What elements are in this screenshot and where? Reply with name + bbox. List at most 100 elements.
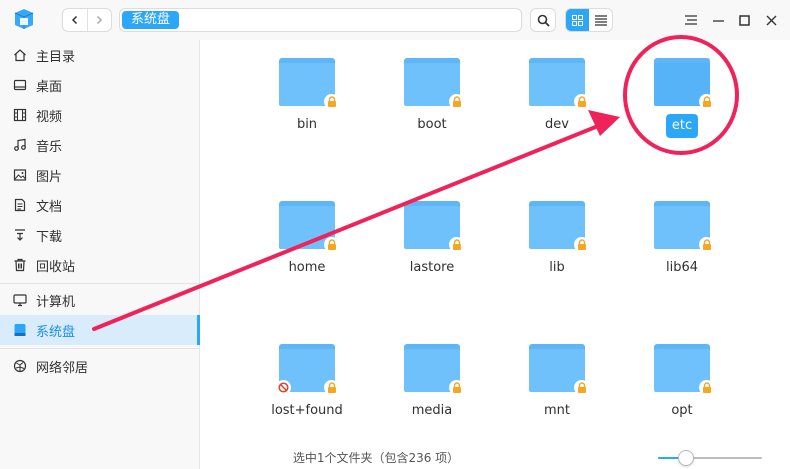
document-icon xyxy=(12,197,28,213)
close-button[interactable] xyxy=(761,10,781,30)
minimize-icon xyxy=(712,19,724,22)
folder-item[interactable]: media xyxy=(382,344,482,420)
search-icon xyxy=(537,14,550,27)
sidebar-item-music[interactable]: 音乐 xyxy=(0,130,200,160)
folder-name: dev xyxy=(545,117,569,132)
folder-item-selected[interactable]: etc xyxy=(632,58,732,138)
sidebar-item-label: 系统盘 xyxy=(36,324,76,340)
music-icon xyxy=(12,137,28,153)
folder-item[interactable]: opt xyxy=(632,344,732,420)
search-button[interactable] xyxy=(530,8,556,32)
minimize-button[interactable] xyxy=(708,10,728,30)
sidebar-item-label: 文档 xyxy=(36,199,63,215)
folder-icon xyxy=(404,344,464,395)
folder-icon xyxy=(404,58,464,109)
back-button[interactable] xyxy=(63,9,87,31)
close-icon xyxy=(766,15,776,25)
sidebar-divider xyxy=(0,283,200,284)
zoom-slider[interactable] xyxy=(658,450,762,466)
chevron-left-icon xyxy=(71,15,77,25)
folder-item[interactable]: boot xyxy=(382,58,482,134)
sidebar-item-home[interactable]: 主目录 xyxy=(0,40,200,70)
folder-name: home xyxy=(288,260,326,275)
folder-name: lib xyxy=(549,260,565,275)
sidebar-item-trash[interactable]: 回收站 xyxy=(0,250,200,280)
maximize-button[interactable] xyxy=(734,10,754,30)
lock-icon xyxy=(699,380,714,395)
lock-icon xyxy=(449,380,464,395)
sidebar: 主目录 桌面 视频 音乐 图片 文档 下载 回收站 计算机 系统盘 网络邻居 xyxy=(0,40,200,469)
lock-icon xyxy=(324,94,339,109)
breadcrumb-system-disk[interactable]: 系统盘 xyxy=(122,11,180,29)
sidebar-item-video[interactable]: 视频 xyxy=(0,100,200,130)
sidebar-item-documents[interactable]: 文档 xyxy=(0,190,200,220)
folder-item[interactable]: lastore xyxy=(382,201,482,277)
folder-name: mnt xyxy=(544,403,570,418)
folder-item[interactable]: mnt xyxy=(507,344,607,420)
folder-name: lost+found xyxy=(271,403,343,418)
zoom-slider-handle[interactable] xyxy=(678,450,695,466)
lock-icon xyxy=(324,380,339,395)
folder-icon xyxy=(654,344,714,395)
menu-button[interactable] xyxy=(681,10,701,30)
sidebar-item-label: 桌面 xyxy=(36,79,63,95)
sidebar-item-network[interactable]: 网络邻居 xyxy=(0,351,200,381)
address-bar[interactable]: 系统盘 xyxy=(119,8,522,32)
disk-icon xyxy=(12,322,28,338)
sidebar-item-label: 图片 xyxy=(36,169,63,185)
sidebar-item-label: 下载 xyxy=(36,229,63,245)
sidebar-item-label: 回收站 xyxy=(36,259,76,275)
folder-name: etc xyxy=(665,114,699,138)
folder-icon xyxy=(529,344,589,395)
no-access-icon xyxy=(276,380,291,395)
chevron-right-icon xyxy=(97,15,103,25)
sidebar-item-system-disk[interactable]: 系统盘 xyxy=(0,315,200,345)
selection-status: 选中1个文件夹（包含236 项） xyxy=(292,451,460,465)
lock-icon xyxy=(574,237,589,252)
lock-icon xyxy=(574,94,589,109)
list-view-button[interactable] xyxy=(589,9,612,31)
network-icon xyxy=(12,358,28,374)
folder-icon xyxy=(529,201,589,252)
folder-item[interactable]: lib xyxy=(507,201,607,277)
maximize-icon xyxy=(738,14,750,26)
status-bar: 选中1个文件夹（包含236 项） xyxy=(201,445,790,469)
file-manager-logo-icon xyxy=(14,9,34,29)
navigation-buttons xyxy=(62,8,112,32)
folder-icon xyxy=(529,58,589,109)
sidebar-divider xyxy=(0,348,200,349)
folder-icon xyxy=(404,201,464,252)
video-icon xyxy=(12,107,28,123)
sidebar-item-downloads[interactable]: 下载 xyxy=(0,220,200,250)
sidebar-item-computer[interactable]: 计算机 xyxy=(0,285,200,315)
folder-item[interactable]: lib64 xyxy=(632,201,732,277)
folder-item[interactable]: home xyxy=(257,201,357,277)
lock-icon xyxy=(449,237,464,252)
lock-icon xyxy=(449,94,464,109)
sidebar-item-label: 主目录 xyxy=(36,49,76,65)
sidebar-item-desktop[interactable]: 桌面 xyxy=(0,70,200,100)
list-icon xyxy=(594,14,607,26)
folder-icon xyxy=(279,58,339,109)
trash-icon xyxy=(12,257,28,273)
picture-icon xyxy=(12,167,28,183)
forward-button[interactable] xyxy=(88,9,112,31)
sidebar-item-label: 音乐 xyxy=(36,139,63,155)
lock-icon xyxy=(699,237,714,252)
folder-name: bin xyxy=(296,117,318,132)
lock-icon xyxy=(324,237,339,252)
icon-view-button[interactable] xyxy=(566,9,589,31)
folder-item[interactable]: bin xyxy=(257,58,357,134)
lock-icon xyxy=(699,94,714,109)
folder-item[interactable]: dev xyxy=(507,58,607,134)
folder-item[interactable]: lost+found xyxy=(257,344,357,420)
folder-name: opt xyxy=(671,403,693,418)
view-mode-switch xyxy=(565,8,613,32)
file-grid: bin boot dev etc home lastore lib lib64 … xyxy=(201,40,790,445)
menu-icon xyxy=(685,15,697,25)
sidebar-item-label: 计算机 xyxy=(36,294,76,310)
computer-icon xyxy=(12,292,28,308)
sidebar-item-pictures[interactable]: 图片 xyxy=(0,160,200,190)
grid-icon xyxy=(572,14,583,26)
folder-name: lastore xyxy=(409,260,455,275)
